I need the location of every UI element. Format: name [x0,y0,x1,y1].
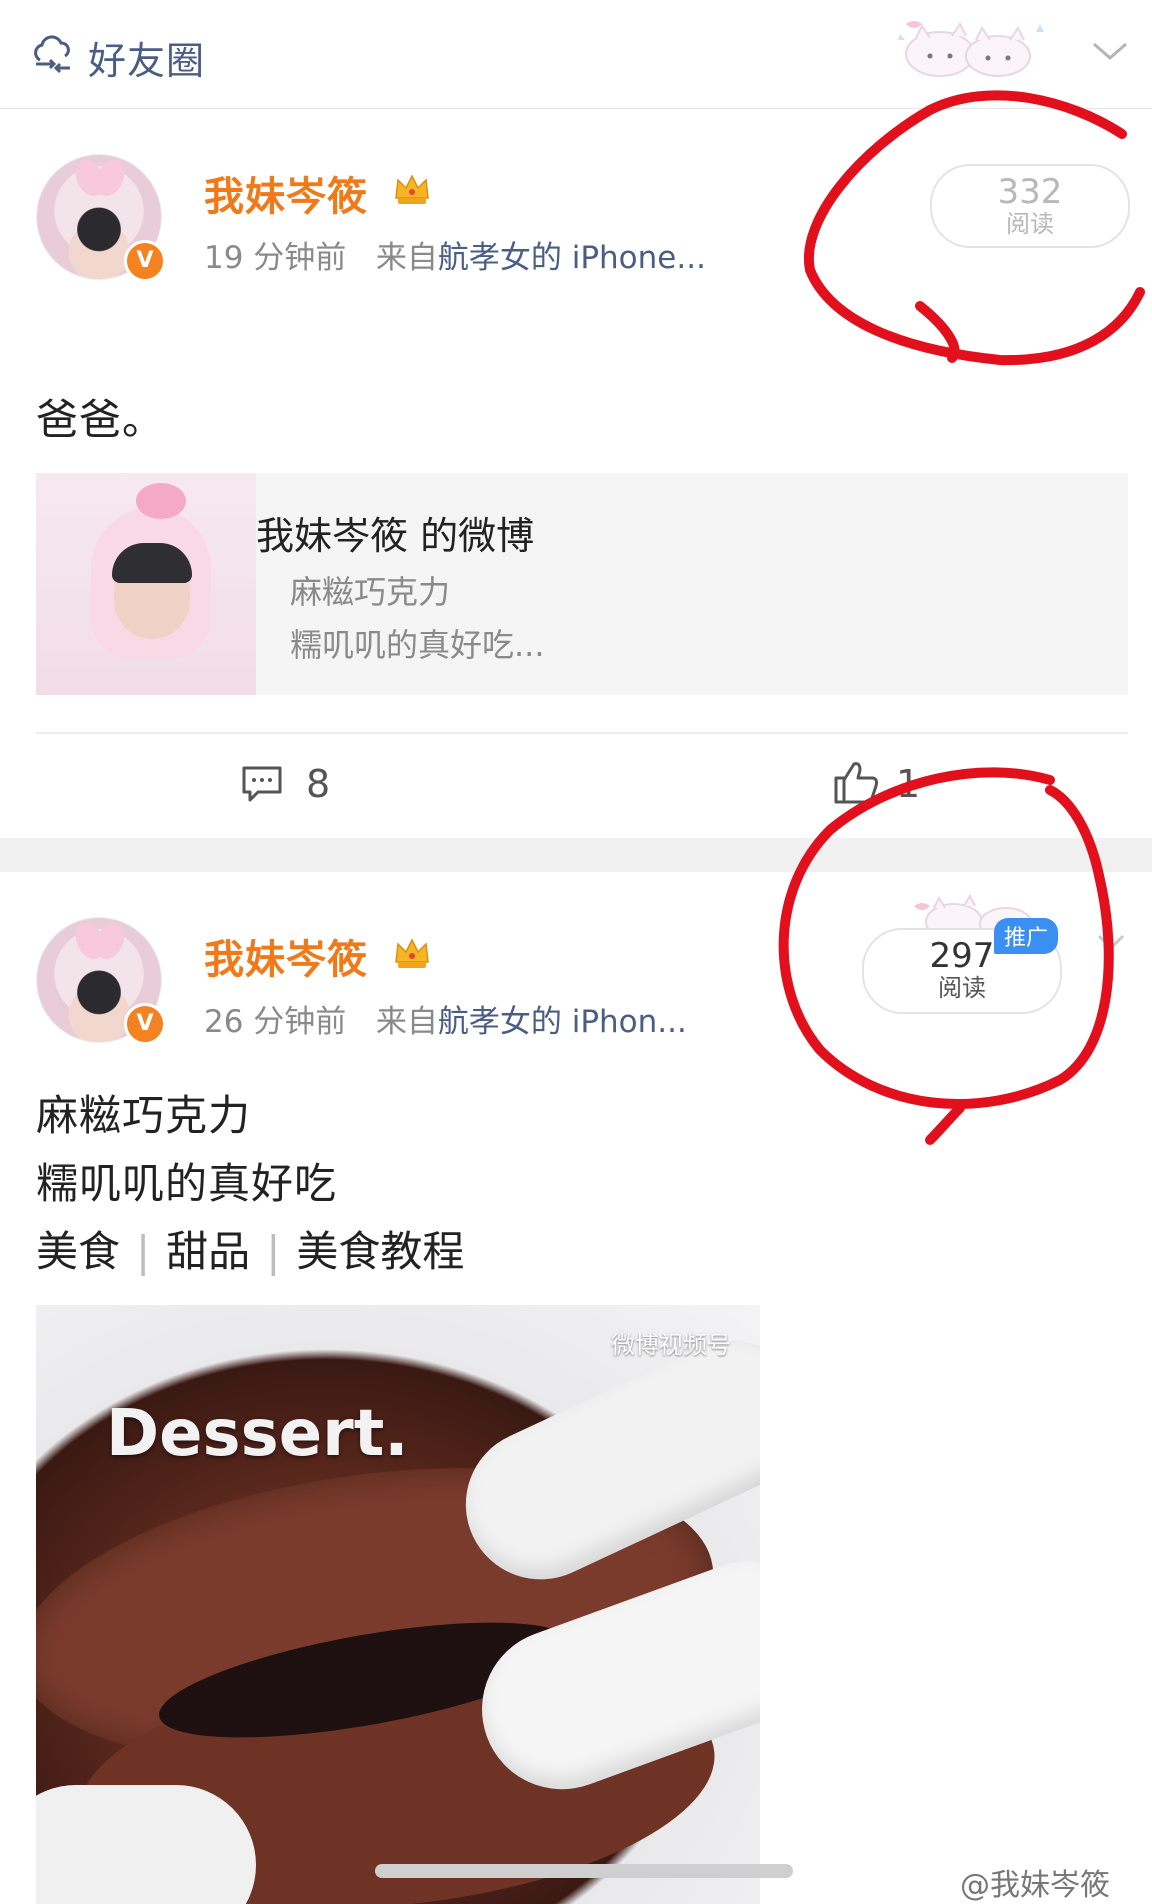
read-label: 阅读 [1006,210,1054,238]
read-label: 阅读 [938,974,986,1002]
post-meta: 26 分钟前 来自航孝女的 iPhon... [204,996,687,1041]
source-prefix: 来自 [375,240,438,276]
comment-icon[interactable] [240,762,284,806]
card-line-1: 麻糍巧克力 [290,573,451,611]
cat-sticker-icon [898,21,1044,77]
repost-card[interactable] [36,473,1128,695]
cloud-group-icon [34,35,70,74]
post-text: 爸爸。 [36,395,166,444]
tag[interactable]: 美食 [36,1227,120,1276]
home-indicator[interactable] [375,1864,793,1878]
source-device[interactable]: 航孝女的 iPhone... [438,240,706,276]
tag[interactable]: 美食教程 [296,1227,464,1276]
tag[interactable]: 甜品 [166,1227,250,1276]
verified-badge-icon: V [124,240,166,282]
weibo-watermark: @我妹岑筱 [960,1868,1110,1903]
username[interactable]: 我妹岑筱 [204,927,368,985]
read-count-pill[interactable]: 332 阅读 [930,164,1130,248]
like-count[interactable]: 1 [896,762,920,806]
top-bar: 好友圈 [0,0,1152,109]
verified-badge-icon: V [124,1003,166,1045]
chevron-down-icon[interactable] [1096,930,1126,954]
source-device[interactable]: 航孝女的 iPhon... [438,1004,687,1040]
crown-badge-icon [395,938,429,968]
feed-separator [0,838,1152,872]
divider [36,732,1128,734]
post-text-line-2: 糯叽叽的真好吃 [36,1159,338,1208]
post-meta: 19 分钟前 来自航孝女的 iPhone... [204,232,706,277]
tag-list: 美食 | 甜品 | 美食教程 [36,1227,465,1276]
promo-badge: 推广 [994,918,1059,954]
post-time: 26 分钟前 [204,1004,347,1040]
card-title: 我妹岑筱 的微博 [256,514,535,558]
source-prefix: 来自 [375,1004,438,1040]
chevron-down-icon[interactable] [1090,36,1130,66]
comment-count[interactable]: 8 [306,762,330,806]
video-player[interactable]: Dessert. 微博视频号 [36,1305,760,1904]
like-icon[interactable] [830,756,882,808]
username[interactable]: 我妹岑筱 [204,164,368,222]
page-title[interactable]: 好友圈 [88,30,205,85]
post-time: 19 分钟前 [204,240,347,276]
post-text-line-1: 麻糍巧克力 [36,1091,252,1140]
video-watermark: 微博视频号 [611,1331,731,1359]
crown-badge-icon [395,174,429,204]
video-overlay-text: Dessert. [106,1397,409,1471]
read-count: 332 [997,172,1063,212]
card-line-2: 糯叽叽的真好吃... [290,626,545,664]
card-thumbnail [36,473,256,695]
